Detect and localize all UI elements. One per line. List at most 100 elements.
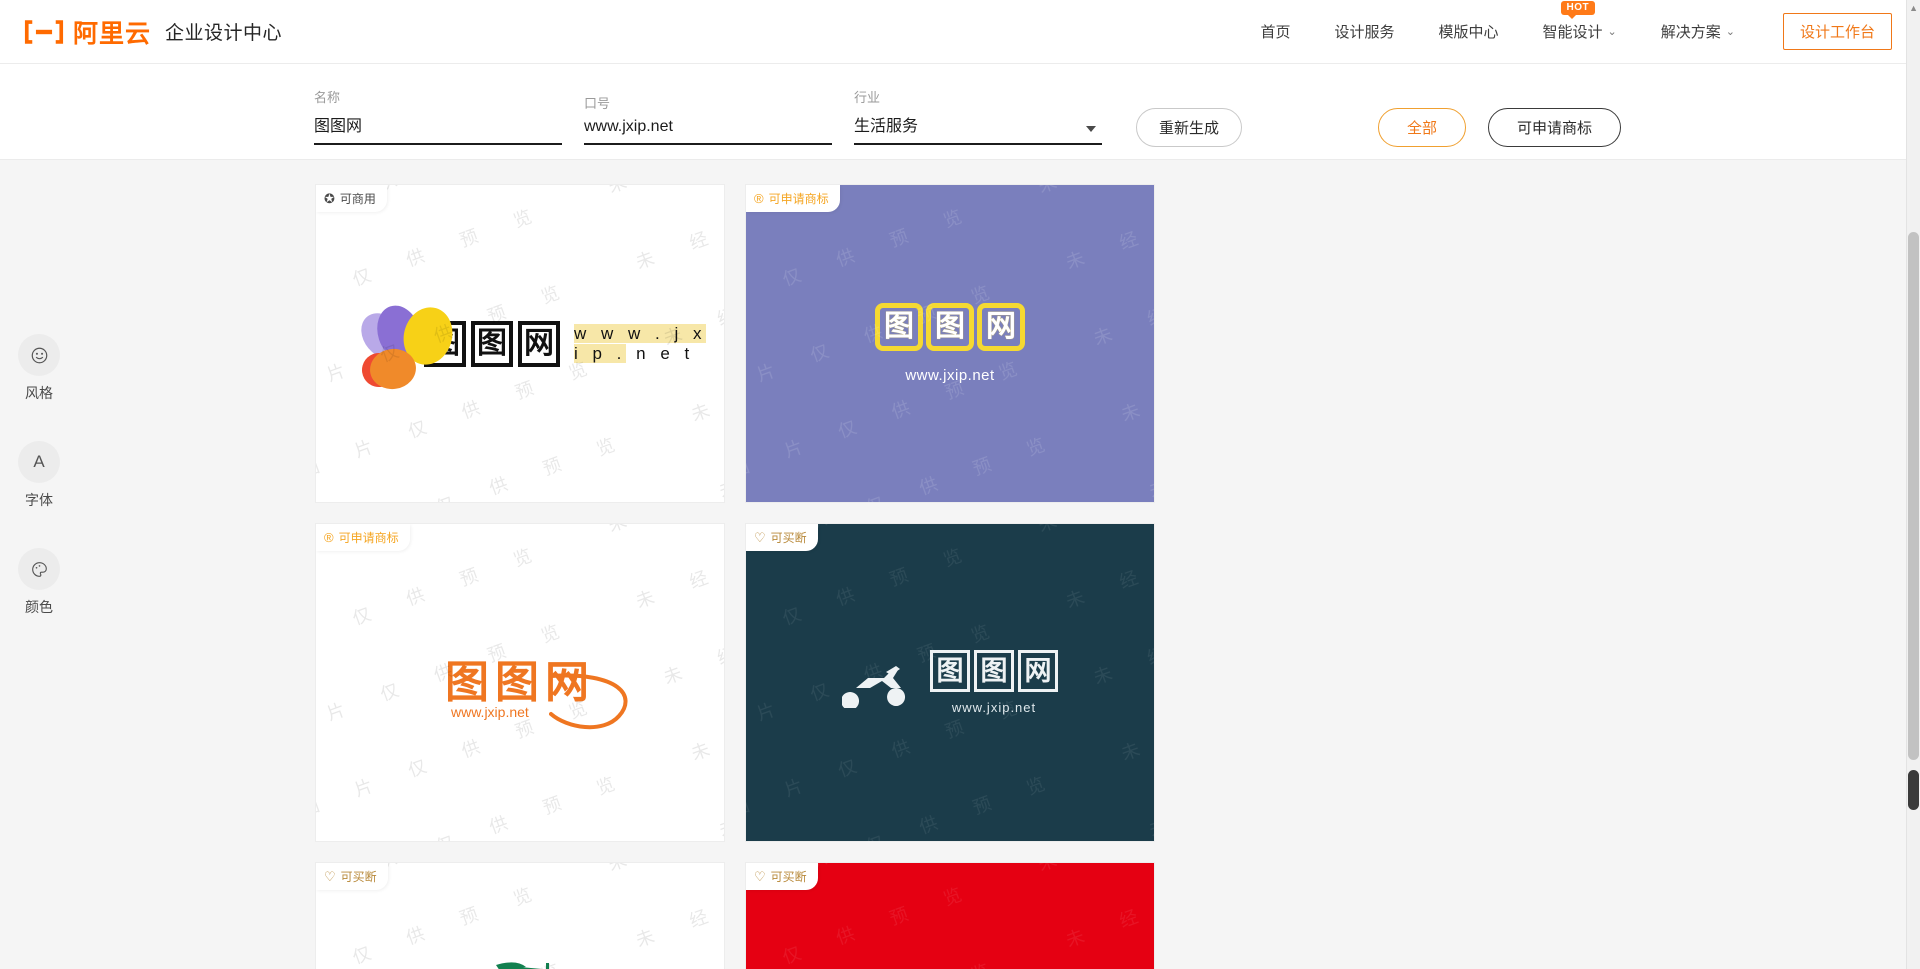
logo-artwork: 图 图 网 w w w . j x i p . n e t (316, 185, 724, 502)
left-rail: 风格 A 字体 颜色 (0, 160, 78, 969)
filter-bar: 名称 图图网 口号 www.jxip.net 行业 生活服务 重新生成 全部 可… (0, 64, 1920, 160)
chevron-down-icon: ⌄ (1607, 26, 1617, 38)
logo-card[interactable]: ✪ 可商用 图 图 网 w w w . j x i p . n e t (316, 185, 724, 502)
scrollbar-thumb-secondary[interactable] (1908, 770, 1919, 810)
seaplane-icon (496, 962, 549, 969)
logo-wordmark: 图 图 网 (875, 303, 1025, 351)
status-badge-label: 可买断 (340, 870, 377, 884)
rail-label: 字体 (25, 492, 53, 508)
page-scrollbar[interactable]: ▲ (1906, 0, 1920, 969)
scroll-up-arrow-icon[interactable]: ▲ (1909, 3, 1918, 13)
chevron-down-icon: ⌄ (1725, 26, 1735, 38)
slogan-field-group: 口号 www.jxip.net (584, 93, 832, 145)
brand-subtitle: 企业设计中心 (165, 23, 283, 44)
status-badge: ♡ 可买断 (316, 863, 388, 890)
slogan-label: 口号 (584, 96, 611, 111)
nav-item-solutions[interactable]: 解决方案 ⌄ (1661, 21, 1735, 42)
logo-char: 网 (977, 303, 1025, 351)
nav-label: 设计服务 (1334, 24, 1395, 41)
letter-a-glyph: A (33, 452, 45, 471)
results-canvas[interactable]: ✪ 可商用 图 图 网 w w w . j x i p . n e t (78, 161, 1920, 969)
status-badge-label: 可买断 (770, 870, 807, 884)
logo-char: 图 (930, 650, 970, 692)
status-badge-label: 可买断 (770, 531, 807, 545)
name-field-group: 名称 图图网 (314, 87, 562, 145)
rail-item-style[interactable]: 风格 (0, 334, 78, 403)
letter-a-icon: A (18, 441, 60, 483)
logo-artwork: 图 图 网 www.jxip.net (746, 524, 1154, 841)
logo-url: www.jxip.net (905, 367, 995, 384)
logo-url: w w w . j x i p . n e t (574, 323, 724, 364)
certified-icon: ✪ (324, 191, 335, 206)
swoosh-icon (549, 673, 628, 729)
logo-char: 网 (1018, 650, 1058, 692)
status-badge: ♡ 可买断 (746, 863, 818, 890)
logo-artwork: 图图网 www.jxip.net (316, 524, 724, 841)
nav-item-template-center[interactable]: 模版中心 (1439, 21, 1499, 42)
brand[interactable]: 阿里云 企业设计中心 (22, 14, 282, 50)
emoji-face-icon (18, 334, 60, 376)
logo-url-line2: n e t (636, 343, 695, 363)
palette-icon (18, 548, 60, 590)
logo-char: 网 (518, 320, 560, 367)
scrollbar-thumb[interactable] (1908, 232, 1919, 760)
logo-card[interactable]: ♡ 可买断 图 图 网 www.jxip.net 该图片仅供预览 未经授权不得使… (746, 863, 1154, 969)
logo-char: 图 (471, 320, 513, 367)
status-badge: ♡ 可买断 (746, 524, 818, 551)
nav-label: 首页 (1260, 24, 1291, 41)
status-badge-label: 可申请商标 (768, 192, 829, 206)
industry-field-group: 行业 生活服务 (854, 87, 1102, 145)
logo-url: www.jxip.net (951, 700, 1037, 715)
rail-item-font[interactable]: A 字体 (0, 441, 78, 510)
logo-card[interactable]: ♡ 可买断 图 图 网 www.jxip.net (316, 863, 724, 969)
nav-item-home[interactable]: 首页 (1260, 21, 1290, 42)
shield-icon: ♡ (754, 530, 766, 545)
filter-pill-all[interactable]: 全部 (1378, 108, 1467, 147)
industry-select[interactable]: 生活服务 (854, 112, 1102, 145)
registered-trademark-icon: ® (324, 530, 334, 545)
logo-card[interactable]: ® 可申请商标 图图网 www.jxip.net 该图片仅供预览 未经授权不得使… (316, 524, 724, 841)
nav-item-smart-design[interactable]: HOT 智能设计 ⌄ (1542, 1, 1617, 42)
alibaba-cloud-mark-icon (24, 19, 64, 44)
filter-pill-trademark[interactable]: 可申请商标 (1488, 108, 1622, 147)
rail-label: 颜色 (25, 599, 53, 615)
logo-artwork: 图 图 网 www.jxip.net (746, 185, 1154, 502)
status-badge: ® 可申请商标 (316, 524, 410, 551)
logo-card[interactable]: ♡ 可买断 图 图 网 www.jxip.net (746, 524, 1154, 841)
status-badge-label: 可商用 (339, 192, 376, 206)
regenerate-button[interactable]: 重新生成 (1136, 108, 1243, 147)
logo-char: 图 (974, 650, 1014, 692)
nav-label: 解决方案 (1660, 24, 1721, 41)
brand-logo-text: 阿里云 (73, 19, 152, 48)
alibaba-cloud-logo[interactable]: 阿里云 (22, 14, 151, 50)
slogan-input[interactable]: www.jxip.net (584, 118, 832, 145)
nav-label: 智能设计 (1542, 24, 1603, 41)
status-badge-label: 可申请商标 (338, 531, 399, 545)
logo-char: 图 (926, 303, 974, 351)
design-workbench-button[interactable]: 设计工作台 (1782, 13, 1892, 50)
logo-wordmark: 图 图 网 (930, 650, 1058, 692)
motorcycle-icon (842, 665, 906, 708)
nav-label: 模版中心 (1438, 24, 1499, 41)
status-badge: ® 可申请商标 (746, 185, 840, 212)
rail-label: 风格 (25, 385, 53, 401)
industry-label: 行业 (854, 90, 881, 105)
registered-trademark-icon: ® (754, 191, 764, 206)
shield-icon: ♡ (754, 869, 766, 884)
status-badge: ✪ 可商用 (316, 185, 387, 212)
logo-char: 图 (875, 303, 923, 351)
shield-icon: ♡ (324, 869, 336, 884)
filter-pill-group: 全部 可申请商标 (1378, 108, 1622, 147)
nav-item-design-service[interactable]: 设计服务 (1334, 21, 1394, 42)
name-input[interactable]: 图图网 (314, 112, 562, 145)
name-label: 名称 (314, 90, 341, 105)
logo-results-grid: ✪ 可商用 图 图 网 w w w . j x i p . n e t (78, 161, 1578, 969)
car-icon (900, 964, 1000, 969)
main-nav: 首页 设计服务 模版中心 HOT 智能设计 ⌄ 解决方案 ⌄ 设计工作台 (1238, 1, 1892, 50)
top-header: 阿里云 企业设计中心 首页 设计服务 模版中心 HOT 智能设计 ⌄ 解决方案 … (0, 0, 1920, 64)
petal-cluster-icon (352, 299, 460, 392)
chevron-down-icon[interactable] (1086, 126, 1096, 132)
hot-badge: HOT (1560, 1, 1596, 19)
rail-item-color[interactable]: 颜色 (0, 548, 78, 617)
logo-card[interactable]: ® 可申请商标 图 图 网 www.jxip.net 该图片仅供预览 未经授权不… (746, 185, 1154, 502)
